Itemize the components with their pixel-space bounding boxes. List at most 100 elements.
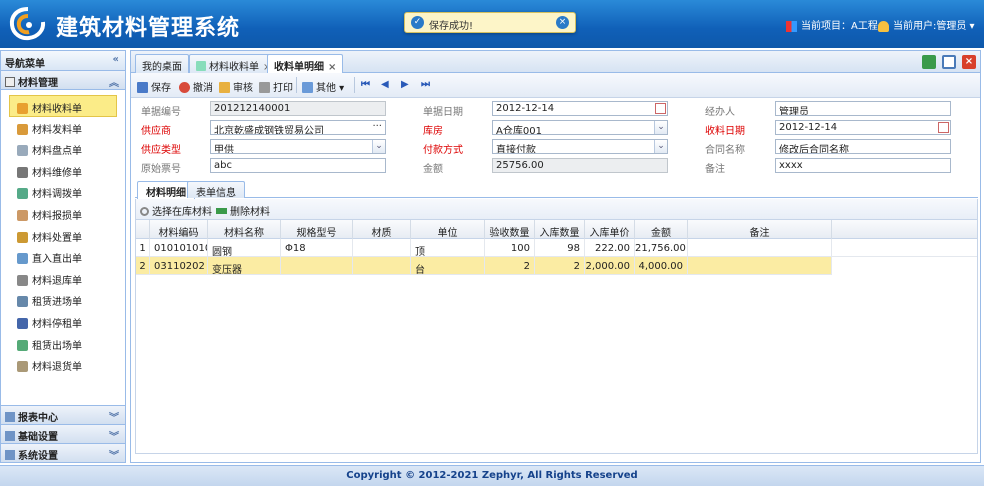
settings-icon	[5, 431, 15, 441]
cell-amount[interactable]: 4,000.00	[635, 257, 688, 275]
column-header[interactable]: 规格型号	[281, 220, 353, 239]
cell-price[interactable]: 222.00	[585, 239, 635, 257]
undo-icon	[179, 82, 190, 93]
maximize-icon[interactable]	[942, 55, 956, 69]
column-header[interactable]: 材料名称	[208, 220, 281, 239]
supplier-field[interactable]: 北京乾盛成钢铁贸易公司 ···	[210, 120, 386, 135]
chevron-down-icon[interactable]: ⌄	[654, 121, 667, 134]
tab-receipt-detail[interactable]: 收料单明细 ×	[267, 54, 344, 74]
sidebar-item-return-goods[interactable]: 材料退货单	[1, 354, 125, 376]
sidebar-item-disposal[interactable]: 材料处置单	[1, 225, 125, 247]
ticket-field[interactable]: abc	[210, 158, 386, 173]
cell-stock-qty[interactable]: 98	[535, 239, 585, 257]
row-number: 2	[136, 257, 150, 275]
collapse-icon[interactable]: «	[113, 54, 119, 65]
sidebar-item-rent-in[interactable]: 租赁进场单	[1, 289, 125, 311]
sidebar-item-direct[interactable]: 直入直出单	[1, 246, 125, 268]
cell-price[interactable]: 2,000.00	[585, 257, 635, 275]
cell-name[interactable]: 变压器	[208, 257, 281, 275]
group-report-center[interactable]: 报表中心 ︾	[1, 405, 125, 424]
cell-spec[interactable]: Φ18	[281, 239, 353, 257]
select-stock-button[interactable]: 选择在库材料	[140, 203, 212, 218]
supply-type-label: 供应类型	[141, 145, 181, 156]
current-project[interactable]: 当前项目：A工程	[786, 17, 878, 32]
cell-spec[interactable]	[281, 257, 353, 275]
other-button[interactable]: 其他 ▾	[302, 79, 344, 94]
table-row[interactable]: 2 03110202 变压器 台 2 2 2,000.00 4,000.00	[136, 257, 832, 275]
chevron-down-icon[interactable]: ⌄	[372, 140, 385, 153]
audit-button[interactable]: 审核	[219, 79, 253, 94]
cell-accept-qty[interactable]: 2	[485, 257, 535, 275]
close-icon[interactable]: ×	[556, 16, 569, 29]
footer: Copyright © 2012-2021 Zephyr, All Rights…	[0, 465, 984, 486]
current-user[interactable]: 当前用户:管理员 ▾	[878, 17, 975, 32]
remark-field[interactable]: xxxx	[775, 158, 951, 173]
sidebar-item-issue[interactable]: 材料发料单	[1, 117, 125, 139]
print-button[interactable]: 打印	[259, 79, 293, 94]
cell-code[interactable]: 03110202	[150, 257, 208, 275]
handler-field[interactable]: 管理员	[775, 101, 951, 116]
check-icon: ✓	[411, 16, 424, 29]
column-header[interactable]: 单位	[411, 220, 485, 239]
amount-field[interactable]: 25756.00	[492, 158, 668, 173]
doc-no-field[interactable]: 201212140001	[210, 101, 386, 116]
cell-material[interactable]	[353, 257, 411, 275]
chevron-down-icon[interactable]: ⌄	[654, 140, 667, 153]
cell-amount[interactable]: 21,756.00	[635, 239, 688, 257]
cell-code[interactable]: 0101010107	[150, 239, 208, 257]
column-header[interactable]: 入库数量	[535, 220, 585, 239]
app-header: 建筑材料管理系统 ✓ 保存成功! × 当前项目：A工程 当前用户:管理员 ▾	[0, 0, 984, 48]
close-window-icon[interactable]: ×	[962, 55, 976, 69]
tab-material-receipt[interactable]: 材料收料单×	[189, 54, 279, 73]
cell-stock-qty[interactable]: 2	[535, 257, 585, 275]
calendar-icon[interactable]	[655, 103, 666, 114]
prev-record-icon[interactable]: ◀	[381, 79, 389, 90]
sidebar-item-return-stock[interactable]: 材料退库单	[1, 268, 125, 290]
last-record-icon[interactable]: ⏭	[421, 79, 430, 90]
sidebar-item-transfer[interactable]: 材料调拨单	[1, 181, 125, 203]
close-icon[interactable]: ×	[328, 62, 336, 73]
sidebar-item-inventory[interactable]: 材料盘点单	[1, 138, 125, 160]
sidebar-item-rent-out[interactable]: 租赁出场单	[1, 333, 125, 355]
sidebar-item-repair[interactable]: 材料维修单	[1, 160, 125, 182]
next-record-icon[interactable]: ▶	[401, 79, 409, 90]
save-button[interactable]: 保存	[137, 79, 171, 94]
cell-material[interactable]	[353, 239, 411, 257]
group-basic-settings[interactable]: 基础设置 ︾	[1, 424, 125, 443]
column-header[interactable]: 入库单价	[585, 220, 635, 239]
cell-remark[interactable]	[688, 239, 832, 257]
group-system-settings[interactable]: 系统设置 ︾	[1, 443, 125, 462]
sidebar-item-rent-stop[interactable]: 材料停租单	[1, 311, 125, 333]
user-icon	[878, 20, 889, 32]
browse-button[interactable]: ···	[372, 121, 382, 132]
column-header[interactable]: 备注	[688, 220, 832, 239]
delete-material-button[interactable]: 删除材料	[216, 203, 270, 218]
warehouse-select[interactable]: A仓库001 ⌄	[492, 120, 668, 135]
payment-select[interactable]: 直接付款 ⌄	[492, 139, 668, 154]
cell-name[interactable]: 圆钢	[208, 239, 281, 257]
group-material-management[interactable]: 材料管理 ︽	[1, 71, 125, 90]
table-row[interactable]: 1 0101010107 圆钢 Φ18 顶 100 98 222.00 21,7…	[136, 239, 977, 257]
sidebar-item-damage[interactable]: 材料报损单	[1, 203, 125, 225]
flag-icon	[786, 20, 797, 32]
sidebar-item-receipt[interactable]: 材料收料单	[9, 95, 117, 117]
column-header[interactable]: 材质	[353, 220, 411, 239]
amount-label: 金额	[423, 164, 443, 175]
calendar-icon[interactable]	[938, 122, 949, 133]
column-header[interactable]: 金额	[635, 220, 688, 239]
tab-desktop[interactable]: 我的桌面	[135, 54, 189, 73]
column-header[interactable]: 验收数量	[485, 220, 535, 239]
cell-accept-qty[interactable]: 100	[485, 239, 535, 257]
tab-form-info[interactable]: 表单信息	[187, 181, 245, 199]
doc-date-field[interactable]: 2012-12-14	[492, 101, 668, 116]
first-record-icon[interactable]: ⏮	[361, 79, 370, 90]
contract-field[interactable]: 修改后合同名称	[775, 139, 951, 154]
column-header[interactable]: 材料编码	[150, 220, 208, 239]
cell-remark[interactable]	[688, 257, 832, 275]
refresh-icon[interactable]	[922, 55, 936, 69]
supply-type-select[interactable]: 甲供 ⌄	[210, 139, 386, 154]
receive-date-field[interactable]: 2012-12-14	[775, 120, 951, 135]
cancel-button[interactable]: 撤消	[179, 79, 213, 94]
cell-unit[interactable]: 顶	[411, 239, 485, 257]
cell-unit[interactable]: 台	[411, 257, 485, 275]
